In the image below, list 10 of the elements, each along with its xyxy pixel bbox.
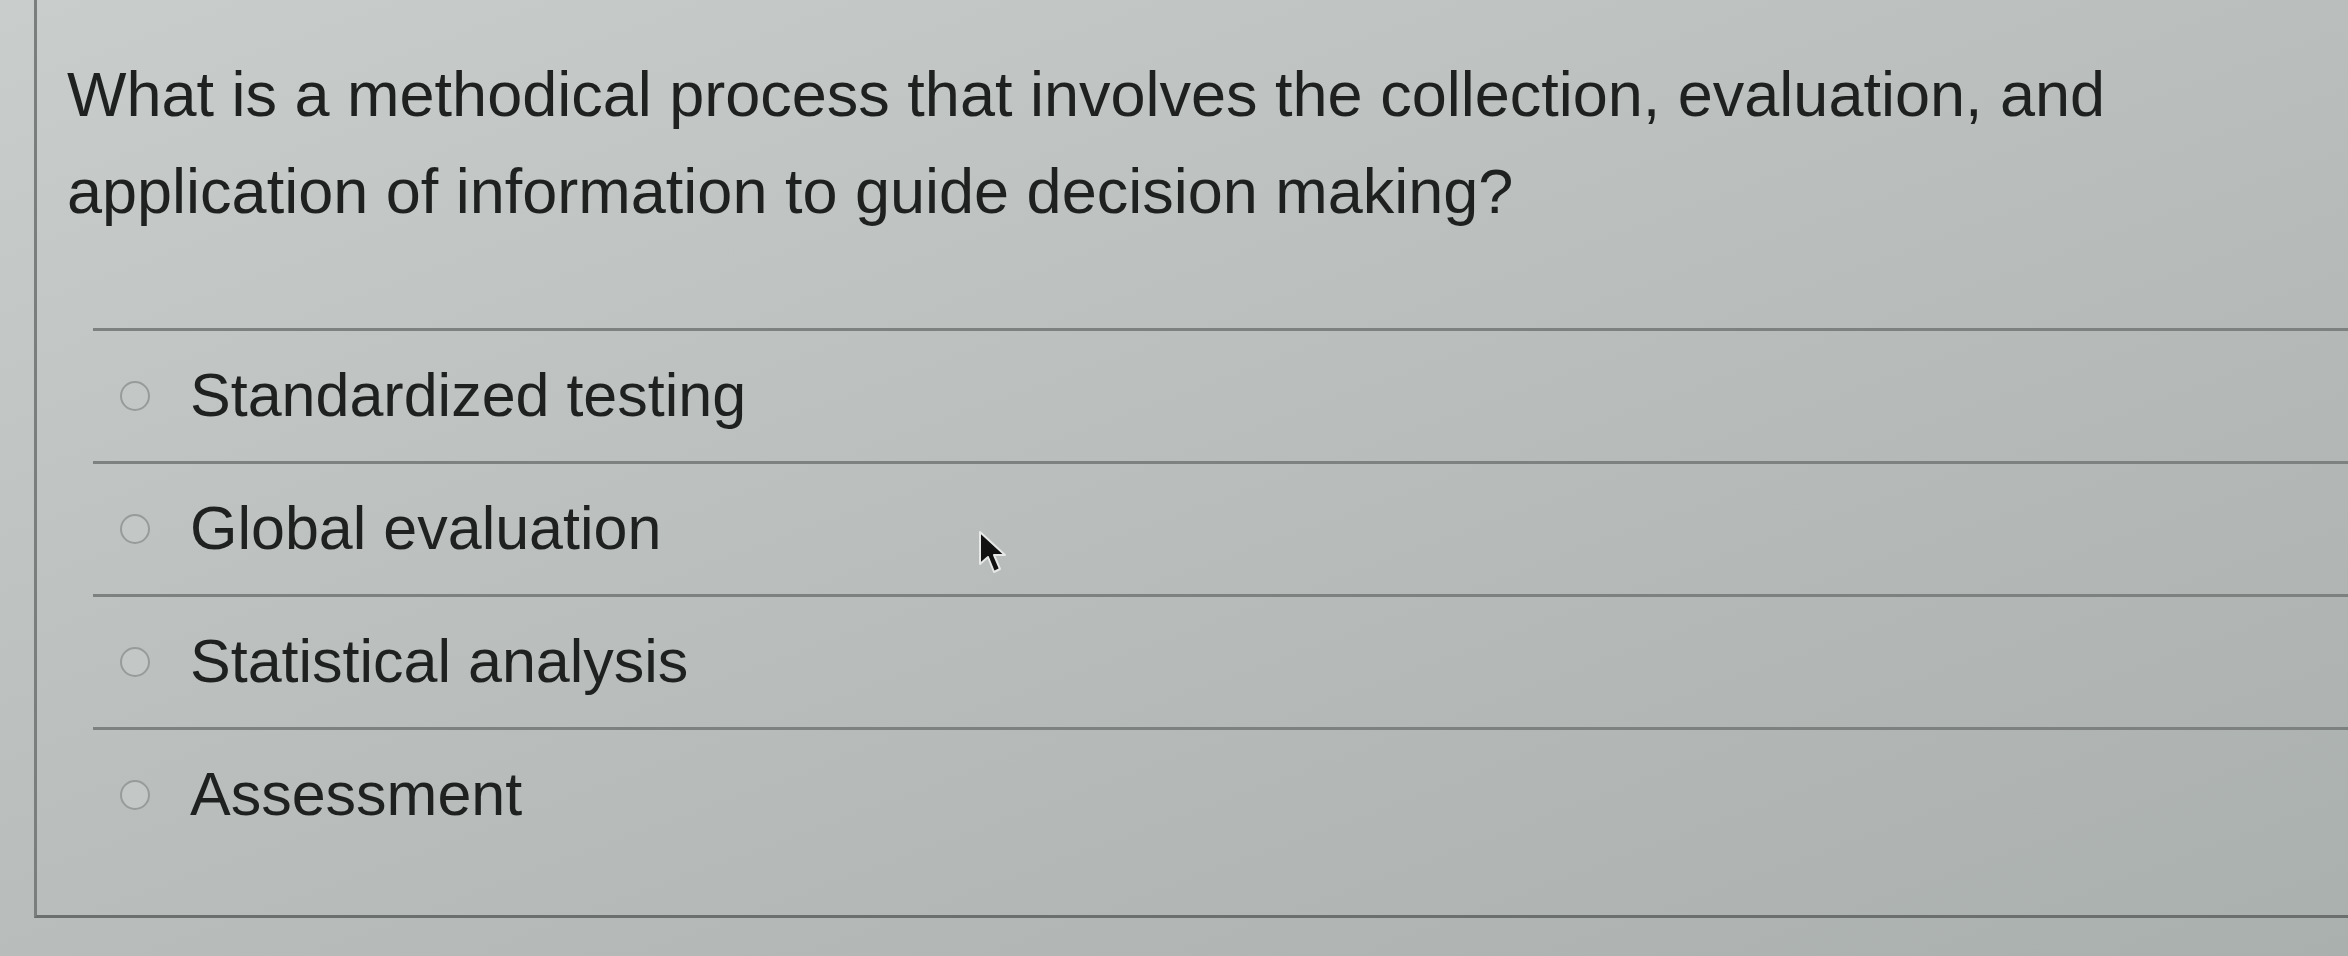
radio-button[interactable] [120,647,150,677]
answer-label[interactable]: Assessment [190,758,523,832]
mouse-cursor-icon [978,530,1008,576]
radio-button[interactable] [120,780,150,810]
answer-label[interactable]: Global evaluation [190,492,662,566]
question-text: What is a methodical process that involves the collection, evaluation, and application of information to guide decision making? [66,58,2107,228]
radio-button[interactable] [120,381,150,411]
answer-label[interactable]: Standardized testing [190,359,747,433]
radio-button[interactable] [120,514,150,544]
answer-label[interactable]: Statistical analysis [190,625,689,699]
